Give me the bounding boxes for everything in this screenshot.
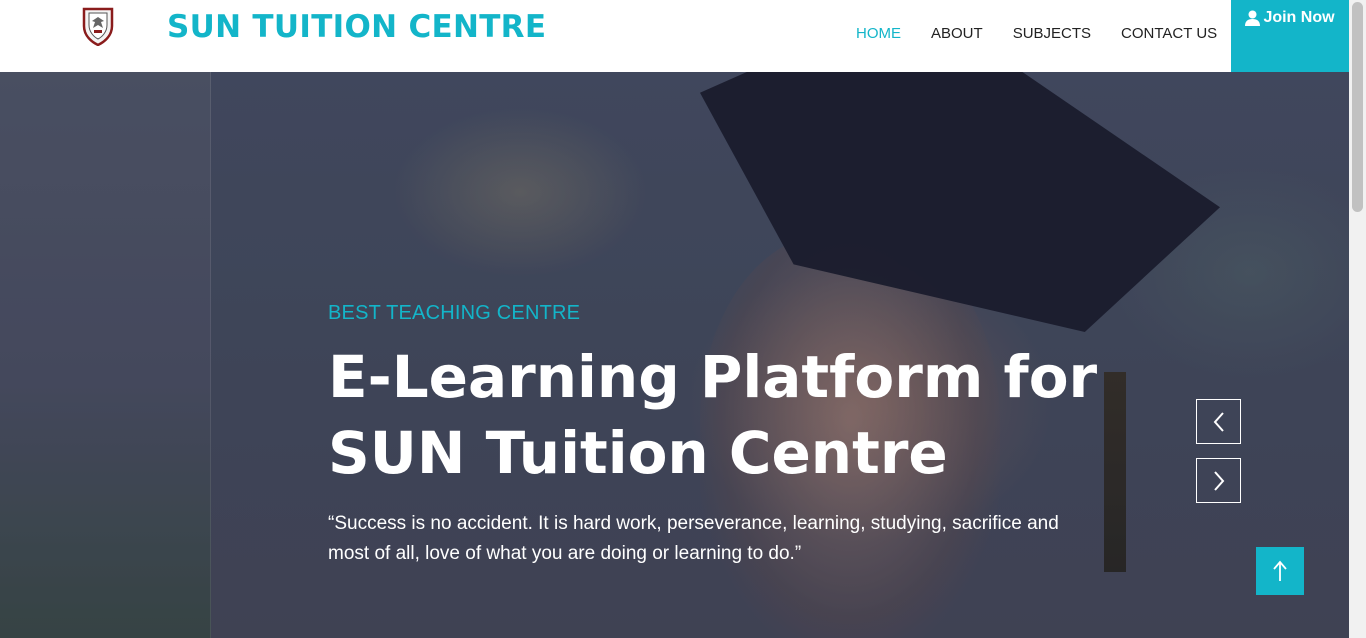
nav-home[interactable]: HOME bbox=[856, 25, 901, 42]
join-now-button[interactable]: Join Now bbox=[1231, 0, 1349, 72]
hero-content: BEST TEACHING CENTRE E-Learning Platform… bbox=[328, 302, 1097, 569]
chevron-right-icon bbox=[1213, 470, 1224, 491]
brand-title[interactable]: SUN TUITION CENTRE bbox=[167, 9, 546, 45]
hero-headline: E-Learning Platform for SUN Tuition Cent… bbox=[328, 339, 1097, 491]
hero-eyebrow: BEST TEACHING CENTRE bbox=[328, 302, 581, 324]
nav-subjects[interactable]: SUBJECTS bbox=[1013, 25, 1091, 42]
slider-next-button[interactable] bbox=[1196, 458, 1241, 503]
user-icon bbox=[1245, 10, 1261, 26]
scrollbar-thumb[interactable] bbox=[1352, 2, 1363, 212]
nav-about[interactable]: ABOUT bbox=[931, 25, 983, 42]
main-nav: HOME ABOUT SUBJECTS CONTACT US bbox=[856, 25, 1247, 42]
chevron-left-icon bbox=[1213, 411, 1224, 432]
slider-prev-button[interactable] bbox=[1196, 399, 1241, 444]
hero-headline-line1: E-Learning Platform for bbox=[328, 343, 1098, 411]
arrow-up-icon bbox=[1273, 560, 1287, 581]
join-now-label: Join Now bbox=[1263, 9, 1335, 26]
top-navbar: SUN TUITION CENTRE HOME ABOUT SUBJECTS C… bbox=[0, 0, 1349, 72]
page-scrollbar[interactable] bbox=[1349, 0, 1366, 638]
hero-headline-line2: SUN Tuition Centre bbox=[328, 419, 948, 487]
shield-crest-icon[interactable] bbox=[80, 6, 116, 46]
hero-slider: BEST TEACHING CENTRE E-Learning Platform… bbox=[0, 72, 1349, 638]
hero-quote: “Success is no accident. It is hard work… bbox=[328, 513, 1059, 564]
back-to-top-button[interactable] bbox=[1256, 547, 1304, 595]
nav-contact-us[interactable]: CONTACT US bbox=[1121, 25, 1217, 42]
